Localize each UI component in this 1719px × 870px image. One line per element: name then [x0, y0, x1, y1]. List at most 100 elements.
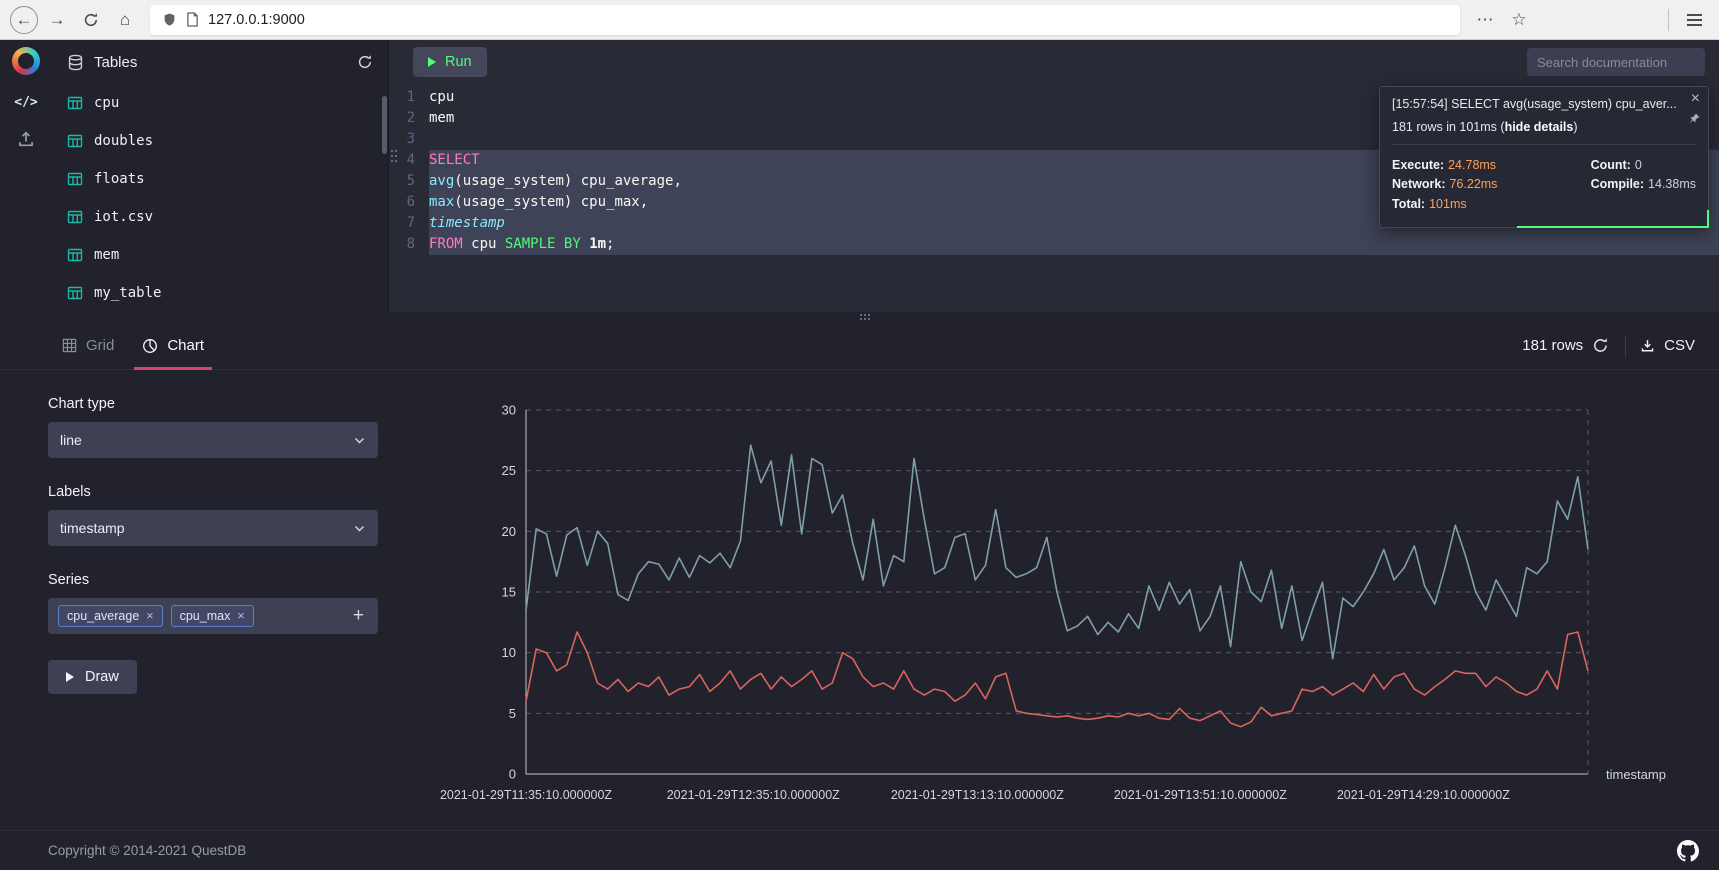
sql-editor-nav-icon[interactable]: </> — [14, 95, 37, 110]
notification-summary: 181 rows in 101ms (hide details) — [1392, 120, 1696, 134]
pin-icon[interactable] — [1688, 112, 1701, 125]
github-icon[interactable] — [1677, 840, 1699, 862]
table-name: doubles — [94, 133, 153, 149]
x-tick-label: 2021-01-29T13:13:10.000000Z — [891, 788, 1064, 802]
table-icon — [67, 247, 83, 263]
chart-type-label: Chart type — [48, 396, 440, 412]
page-icon — [186, 12, 199, 27]
left-icon-rail: </> — [0, 40, 52, 312]
table-name: mem — [94, 247, 119, 263]
y-tick-label: 0 — [509, 767, 516, 782]
overflow-menu-button[interactable]: ⋯ — [1470, 5, 1500, 35]
table-row-doubles[interactable]: doubles — [52, 122, 388, 160]
labels-select[interactable]: timestamp — [48, 510, 378, 546]
back-button[interactable]: ← — [10, 6, 38, 34]
table-icon — [67, 133, 83, 149]
forward-button[interactable]: → — [42, 5, 72, 35]
star-icon: ☆ — [1511, 10, 1526, 30]
chart-type-select[interactable]: line — [48, 422, 378, 458]
menu-button[interactable] — [1679, 5, 1709, 35]
home-button[interactable]: ⌂ — [110, 5, 140, 35]
series-select[interactable]: cpu_average× cpu_max× + — [48, 598, 378, 634]
panes-divider — [0, 312, 1719, 322]
refresh-results-icon — [1592, 337, 1609, 354]
overflow-icon: ⋯ — [1477, 10, 1494, 30]
tables-panel: Tables cpu doubles floats iot.csv mem my_tabl… — [52, 40, 388, 312]
rows-summary: 181 rows in 101ms — [1392, 120, 1497, 134]
url-text: 127.0.0.1:9000 — [208, 12, 305, 28]
table-icon — [67, 285, 83, 301]
series-chip-cpu_max[interactable]: cpu_max× — [171, 605, 254, 627]
notification-stats: Execute:24.78msNetwork:76.22msTotal:101m… — [1392, 144, 1696, 215]
close-icon[interactable]: × — [1691, 90, 1700, 108]
table-name: floats — [94, 171, 145, 187]
table-row-my_table[interactable]: my_table — [52, 274, 388, 312]
x-axis-title: timestamp — [1606, 767, 1666, 782]
stat-execute: Execute:24.78ms — [1392, 157, 1497, 174]
stat-compile: Compile:14.38ms — [1591, 176, 1696, 193]
refresh-tables-icon[interactable] — [357, 54, 373, 70]
code-line-8[interactable]: 8FROM cpu SAMPLE BY 1m; — [389, 234, 1719, 255]
table-row-mem[interactable]: mem — [52, 236, 388, 274]
table-row-iot.csv[interactable]: iot.csv — [52, 198, 388, 236]
tables-scrollbar[interactable] — [382, 96, 387, 154]
tab-chart[interactable]: Chart — [128, 322, 218, 369]
x-tick-label: 2021-01-29T12:35:10.000000Z — [667, 788, 840, 802]
tables-title: Tables — [94, 54, 137, 71]
labels-value: timestamp — [60, 520, 125, 536]
copyright-text: Copyright © 2014-2021 QuestDB — [48, 843, 246, 858]
y-tick-label: 20 — [502, 524, 516, 539]
tab-grid[interactable]: Grid — [48, 322, 128, 369]
bookmark-button[interactable]: ☆ — [1504, 5, 1534, 35]
line-number: 1 — [389, 87, 429, 108]
notification-time: [15:57:54] — [1392, 97, 1448, 111]
reload-button[interactable] — [76, 5, 106, 35]
chevron-down-icon — [353, 434, 366, 447]
grid-icon — [62, 338, 77, 353]
chart-svg: 0510152025302021-01-29T11:35:10.000000Z2… — [440, 370, 1719, 830]
footer: Copyright © 2014-2021 QuestDB — [0, 830, 1719, 870]
search-documentation-input[interactable] — [1527, 48, 1705, 76]
x-tick-label: 2021-01-29T13:51:10.000000Z — [1114, 788, 1287, 802]
paren-close: ) — [1573, 120, 1577, 134]
table-name: cpu — [94, 95, 119, 111]
series-chips: cpu_average× cpu_max× — [58, 605, 254, 627]
notification-query: [15:57:54] SELECT avg(usage_system) cpu_… — [1392, 97, 1696, 111]
chip-remove-icon[interactable]: × — [146, 609, 153, 623]
draw-label: Draw — [85, 669, 119, 685]
add-series-button[interactable]: + — [349, 605, 368, 627]
address-bar[interactable]: 127.0.0.1:9000 — [150, 5, 1460, 35]
line-number: 5 — [389, 171, 429, 192]
chart-area: 0510152025302021-01-29T11:35:10.000000Z2… — [440, 370, 1719, 830]
database-icon — [67, 54, 84, 71]
draw-button[interactable]: Draw — [48, 660, 137, 694]
table-row-cpu[interactable]: cpu — [52, 84, 388, 122]
chrome-separator — [1668, 9, 1669, 31]
hide-details-link[interactable]: hide details — [1505, 120, 1574, 134]
line-number: 7 — [389, 213, 429, 234]
tables-list: cpu doubles floats iot.csv mem my_table — [52, 84, 388, 312]
chart-form: Chart type line Labels timestamp Series … — [0, 370, 440, 830]
labels-label: Labels — [48, 484, 440, 500]
editor-toolbar: Run — [389, 40, 1719, 84]
tab-chart-label: Chart — [167, 337, 204, 354]
refresh-results-button[interactable] — [1583, 329, 1617, 363]
y-tick-label: 25 — [502, 463, 516, 478]
series-chip-cpu_average[interactable]: cpu_average× — [58, 605, 163, 627]
editor-resize-handle[interactable] — [391, 150, 399, 164]
csv-download-button[interactable]: CSV — [1634, 337, 1701, 354]
run-label: Run — [445, 54, 472, 70]
csv-label: CSV — [1664, 337, 1695, 354]
run-button[interactable]: Run — [413, 47, 487, 77]
tab-grid-label: Grid — [86, 337, 114, 354]
y-tick-label: 5 — [509, 706, 516, 721]
table-row-floats[interactable]: floats — [52, 160, 388, 198]
results-resize-handle[interactable] — [860, 314, 874, 322]
chip-remove-icon[interactable]: × — [237, 609, 244, 623]
y-tick-label: 10 — [502, 645, 516, 660]
import-upload-icon[interactable] — [17, 130, 35, 148]
x-tick-label: 2021-01-29T11:35:10.000000Z — [440, 788, 612, 802]
results-bar: Grid Chart 181 rows CSV — [0, 322, 1719, 370]
questdb-logo[interactable] — [12, 47, 40, 75]
line-number: 3 — [389, 129, 429, 150]
